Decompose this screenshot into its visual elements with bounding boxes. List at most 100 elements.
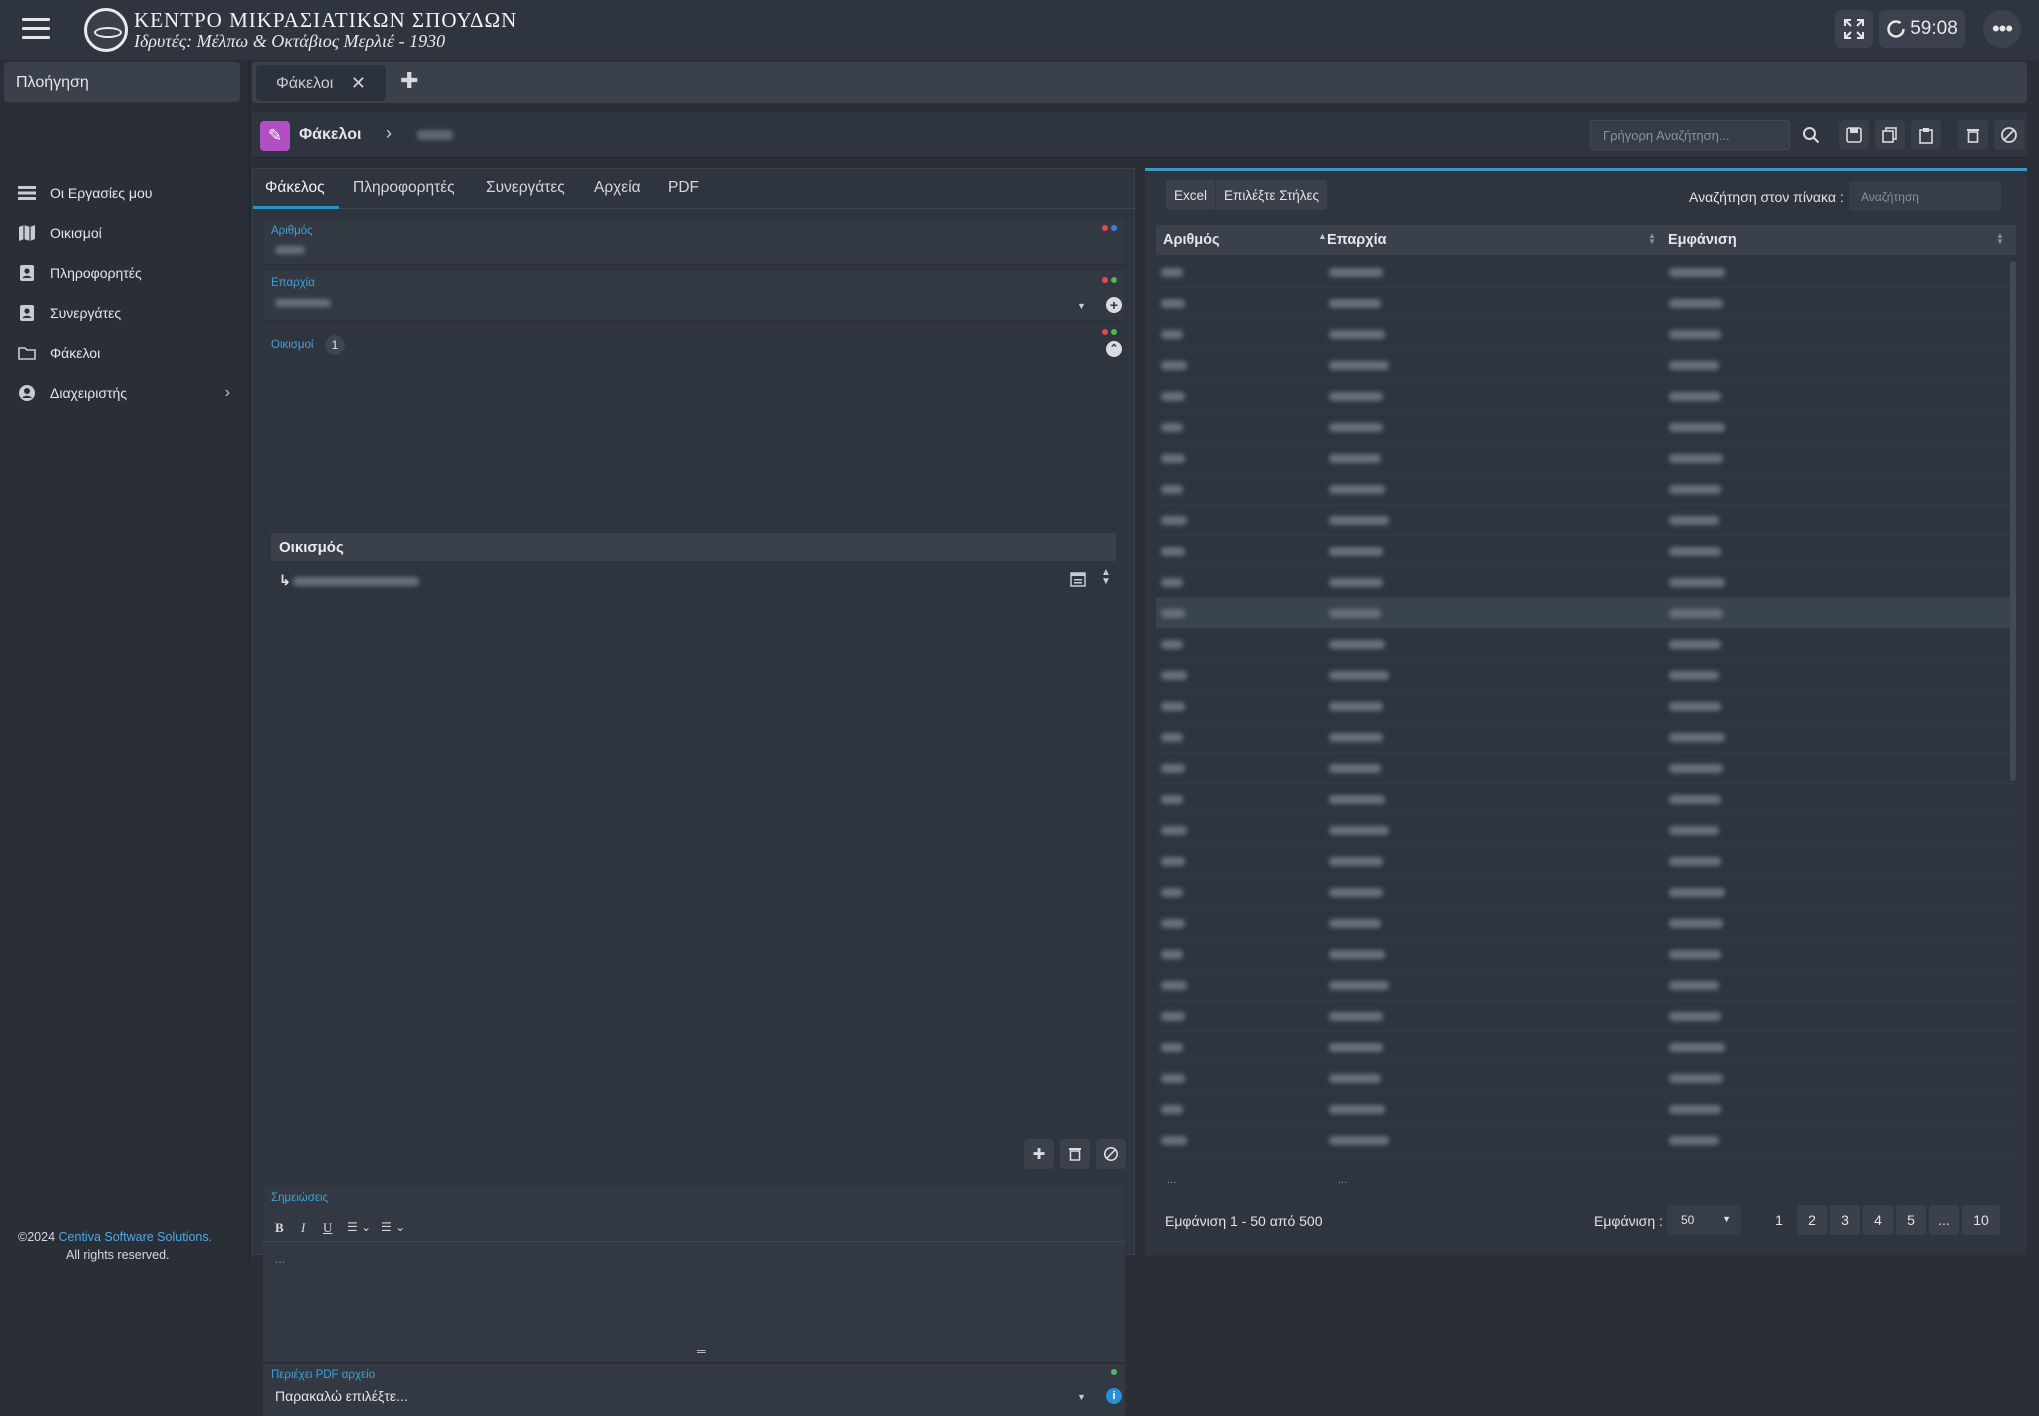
tab-files[interactable]: Αρχεία bbox=[594, 179, 641, 197]
table-row[interactable] bbox=[1156, 1032, 2016, 1063]
sort-icon[interactable]: ▲ ▼ bbox=[1996, 232, 2004, 246]
sidebar-item-my-tasks[interactable]: Οι Εργασίες μου bbox=[18, 178, 230, 208]
excel-button[interactable]: Excel bbox=[1166, 180, 1217, 210]
table-row[interactable] bbox=[1156, 381, 2016, 412]
page-button[interactable]: 1 bbox=[1764, 1205, 1794, 1235]
table-row[interactable] bbox=[1156, 629, 2016, 660]
column-header-display[interactable]: Εμφάνιση bbox=[1668, 232, 1737, 248]
table-row[interactable] bbox=[1156, 350, 2016, 381]
folder-icon bbox=[18, 344, 36, 362]
column-header-number[interactable]: Αριθμός bbox=[1163, 232, 1220, 248]
notes-field[interactable]: Σημειώσεις B I U ☰ ⌄ ☰ ⌄ ... ═ bbox=[263, 1186, 1125, 1362]
sort-icon[interactable]: ▲ ▼ bbox=[1648, 232, 1656, 246]
page-size-value: 50 bbox=[1681, 1213, 1695, 1227]
table-row[interactable] bbox=[1156, 257, 2016, 288]
province-field[interactable]: Επαρχία ▼ + bbox=[263, 271, 1125, 321]
tab-folder[interactable]: Φάκελος bbox=[265, 179, 325, 197]
table-row[interactable] bbox=[1156, 846, 2016, 877]
row-marker: ↳ bbox=[279, 572, 291, 588]
cancel-row-button[interactable] bbox=[1096, 1139, 1126, 1169]
table-row[interactable] bbox=[1156, 1001, 2016, 1032]
table-row[interactable] bbox=[1156, 536, 2016, 567]
settlements-row[interactable]: ↳ ▲ ▼ bbox=[271, 562, 1116, 598]
choose-columns-button[interactable]: Επιλέξτε Στήλες bbox=[1216, 180, 1327, 210]
resize-handle-icon[interactable]: ═ bbox=[697, 1344, 706, 1358]
page-button[interactable]: 3 bbox=[1830, 1205, 1860, 1235]
collapse-icon[interactable]: ⌃ bbox=[1106, 341, 1122, 357]
tab-informants[interactable]: Πληροφορητές bbox=[353, 179, 455, 197]
table-row[interactable] bbox=[1156, 722, 2016, 753]
table-search-input[interactable]: Αναζήτηση bbox=[1849, 181, 2001, 211]
grid-scrollbar[interactable] bbox=[2010, 261, 2016, 781]
sidebar-item-folders[interactable]: Φάκελοι bbox=[18, 338, 230, 368]
number-field[interactable]: Αριθμός bbox=[263, 219, 1125, 265]
notes-editor[interactable]: ... bbox=[275, 1252, 285, 1266]
bold-icon[interactable]: B bbox=[275, 1220, 284, 1236]
table-row[interactable] bbox=[1156, 1125, 2016, 1156]
sort-asc-icon[interactable]: ▲ bbox=[1318, 231, 1327, 241]
page-button[interactable]: 5 bbox=[1896, 1205, 1926, 1235]
add-tab-button[interactable]: ✚ bbox=[400, 68, 418, 94]
table-row[interactable] bbox=[1156, 474, 2016, 505]
cell-province bbox=[1329, 857, 1383, 866]
delete-button[interactable] bbox=[1958, 120, 1988, 150]
quick-search-input[interactable]: Γρήγορη Αναζήτηση... bbox=[1590, 120, 1790, 150]
sidebar-item-partners[interactable]: Συνεργάτες bbox=[18, 298, 230, 328]
table-row[interactable] bbox=[1156, 660, 2016, 691]
copy-button[interactable] bbox=[1875, 120, 1905, 150]
tab-partners[interactable]: Συνεργάτες bbox=[486, 179, 565, 197]
cell-display bbox=[1669, 733, 1725, 742]
menu-icon[interactable] bbox=[22, 18, 50, 42]
sidebar-item-informants[interactable]: Πληροφορητές bbox=[18, 258, 230, 288]
table-row[interactable] bbox=[1156, 288, 2016, 319]
dropdown-caret-icon[interactable]: ▼ bbox=[1077, 1392, 1086, 1402]
underline-icon[interactable]: U bbox=[323, 1220, 332, 1236]
close-icon[interactable]: ✕ bbox=[351, 73, 366, 94]
page-size-select[interactable]: 50 ▼ bbox=[1667, 1205, 1741, 1235]
table-row[interactable] bbox=[1156, 1094, 2016, 1125]
table-row[interactable] bbox=[1156, 877, 2016, 908]
sidebar-item-admin[interactable]: Διαχειριστής › bbox=[18, 378, 230, 408]
more-options-button[interactable]: ••• bbox=[1983, 10, 2021, 48]
table-row[interactable] bbox=[1156, 815, 2016, 846]
italic-icon[interactable]: I bbox=[301, 1220, 305, 1236]
search-button[interactable] bbox=[1796, 120, 1826, 150]
table-row[interactable] bbox=[1156, 567, 2016, 598]
save-button[interactable] bbox=[1839, 120, 1869, 150]
dropdown-caret-icon[interactable]: ▼ bbox=[1077, 301, 1086, 311]
add-row-button[interactable]: ✚ bbox=[1024, 1139, 1054, 1169]
table-row[interactable] bbox=[1156, 753, 2016, 784]
fullscreen-button[interactable] bbox=[1835, 10, 1873, 48]
page-button[interactable]: 10 bbox=[1962, 1205, 2000, 1235]
cancel-button[interactable] bbox=[1994, 120, 2024, 150]
sort-icon[interactable]: ▲ ▼ bbox=[1101, 568, 1111, 587]
table-row[interactable] bbox=[1156, 319, 2016, 350]
cell-number bbox=[1161, 1074, 1185, 1083]
contains-pdf-select[interactable]: Περιέχει PDF αρχείο Παρακαλώ επιλέξτε...… bbox=[263, 1364, 1125, 1416]
table-row[interactable] bbox=[1156, 908, 2016, 939]
info-icon[interactable]: i bbox=[1106, 1388, 1122, 1404]
table-row[interactable] bbox=[1156, 784, 2016, 815]
table-row[interactable] bbox=[1156, 412, 2016, 443]
table-row[interactable] bbox=[1156, 691, 2016, 722]
table-row[interactable] bbox=[1156, 598, 2016, 629]
paste-button[interactable] bbox=[1911, 120, 1941, 150]
sidebar-item-settlements[interactable]: Οικισμοί bbox=[18, 218, 230, 248]
table-row[interactable] bbox=[1156, 1063, 2016, 1094]
table-row[interactable] bbox=[1156, 443, 2016, 474]
bullet-list-icon[interactable]: ☰ ⌄ bbox=[347, 1220, 371, 1234]
delete-row-button[interactable] bbox=[1060, 1139, 1090, 1169]
numbered-list-icon[interactable]: ☰ ⌄ bbox=[381, 1220, 405, 1234]
sidebar-item-label: Φάκελοι bbox=[50, 345, 101, 361]
column-header-province[interactable]: Επαρχία bbox=[1327, 232, 1387, 248]
tab-pdf[interactable]: PDF bbox=[668, 179, 699, 197]
table-row[interactable] bbox=[1156, 939, 2016, 970]
table-row[interactable] bbox=[1156, 970, 2016, 1001]
table-row[interactable] bbox=[1156, 505, 2016, 536]
company-link[interactable]: Centiva Software Solutions. bbox=[59, 1230, 213, 1244]
page-button[interactable]: 2 bbox=[1797, 1205, 1827, 1235]
add-circle-icon[interactable]: + bbox=[1106, 297, 1122, 313]
tab-folders[interactable]: Φάκελοι ✕ bbox=[256, 65, 386, 101]
calendar-icon[interactable] bbox=[1070, 571, 1086, 591]
page-button[interactable]: 4 bbox=[1863, 1205, 1893, 1235]
